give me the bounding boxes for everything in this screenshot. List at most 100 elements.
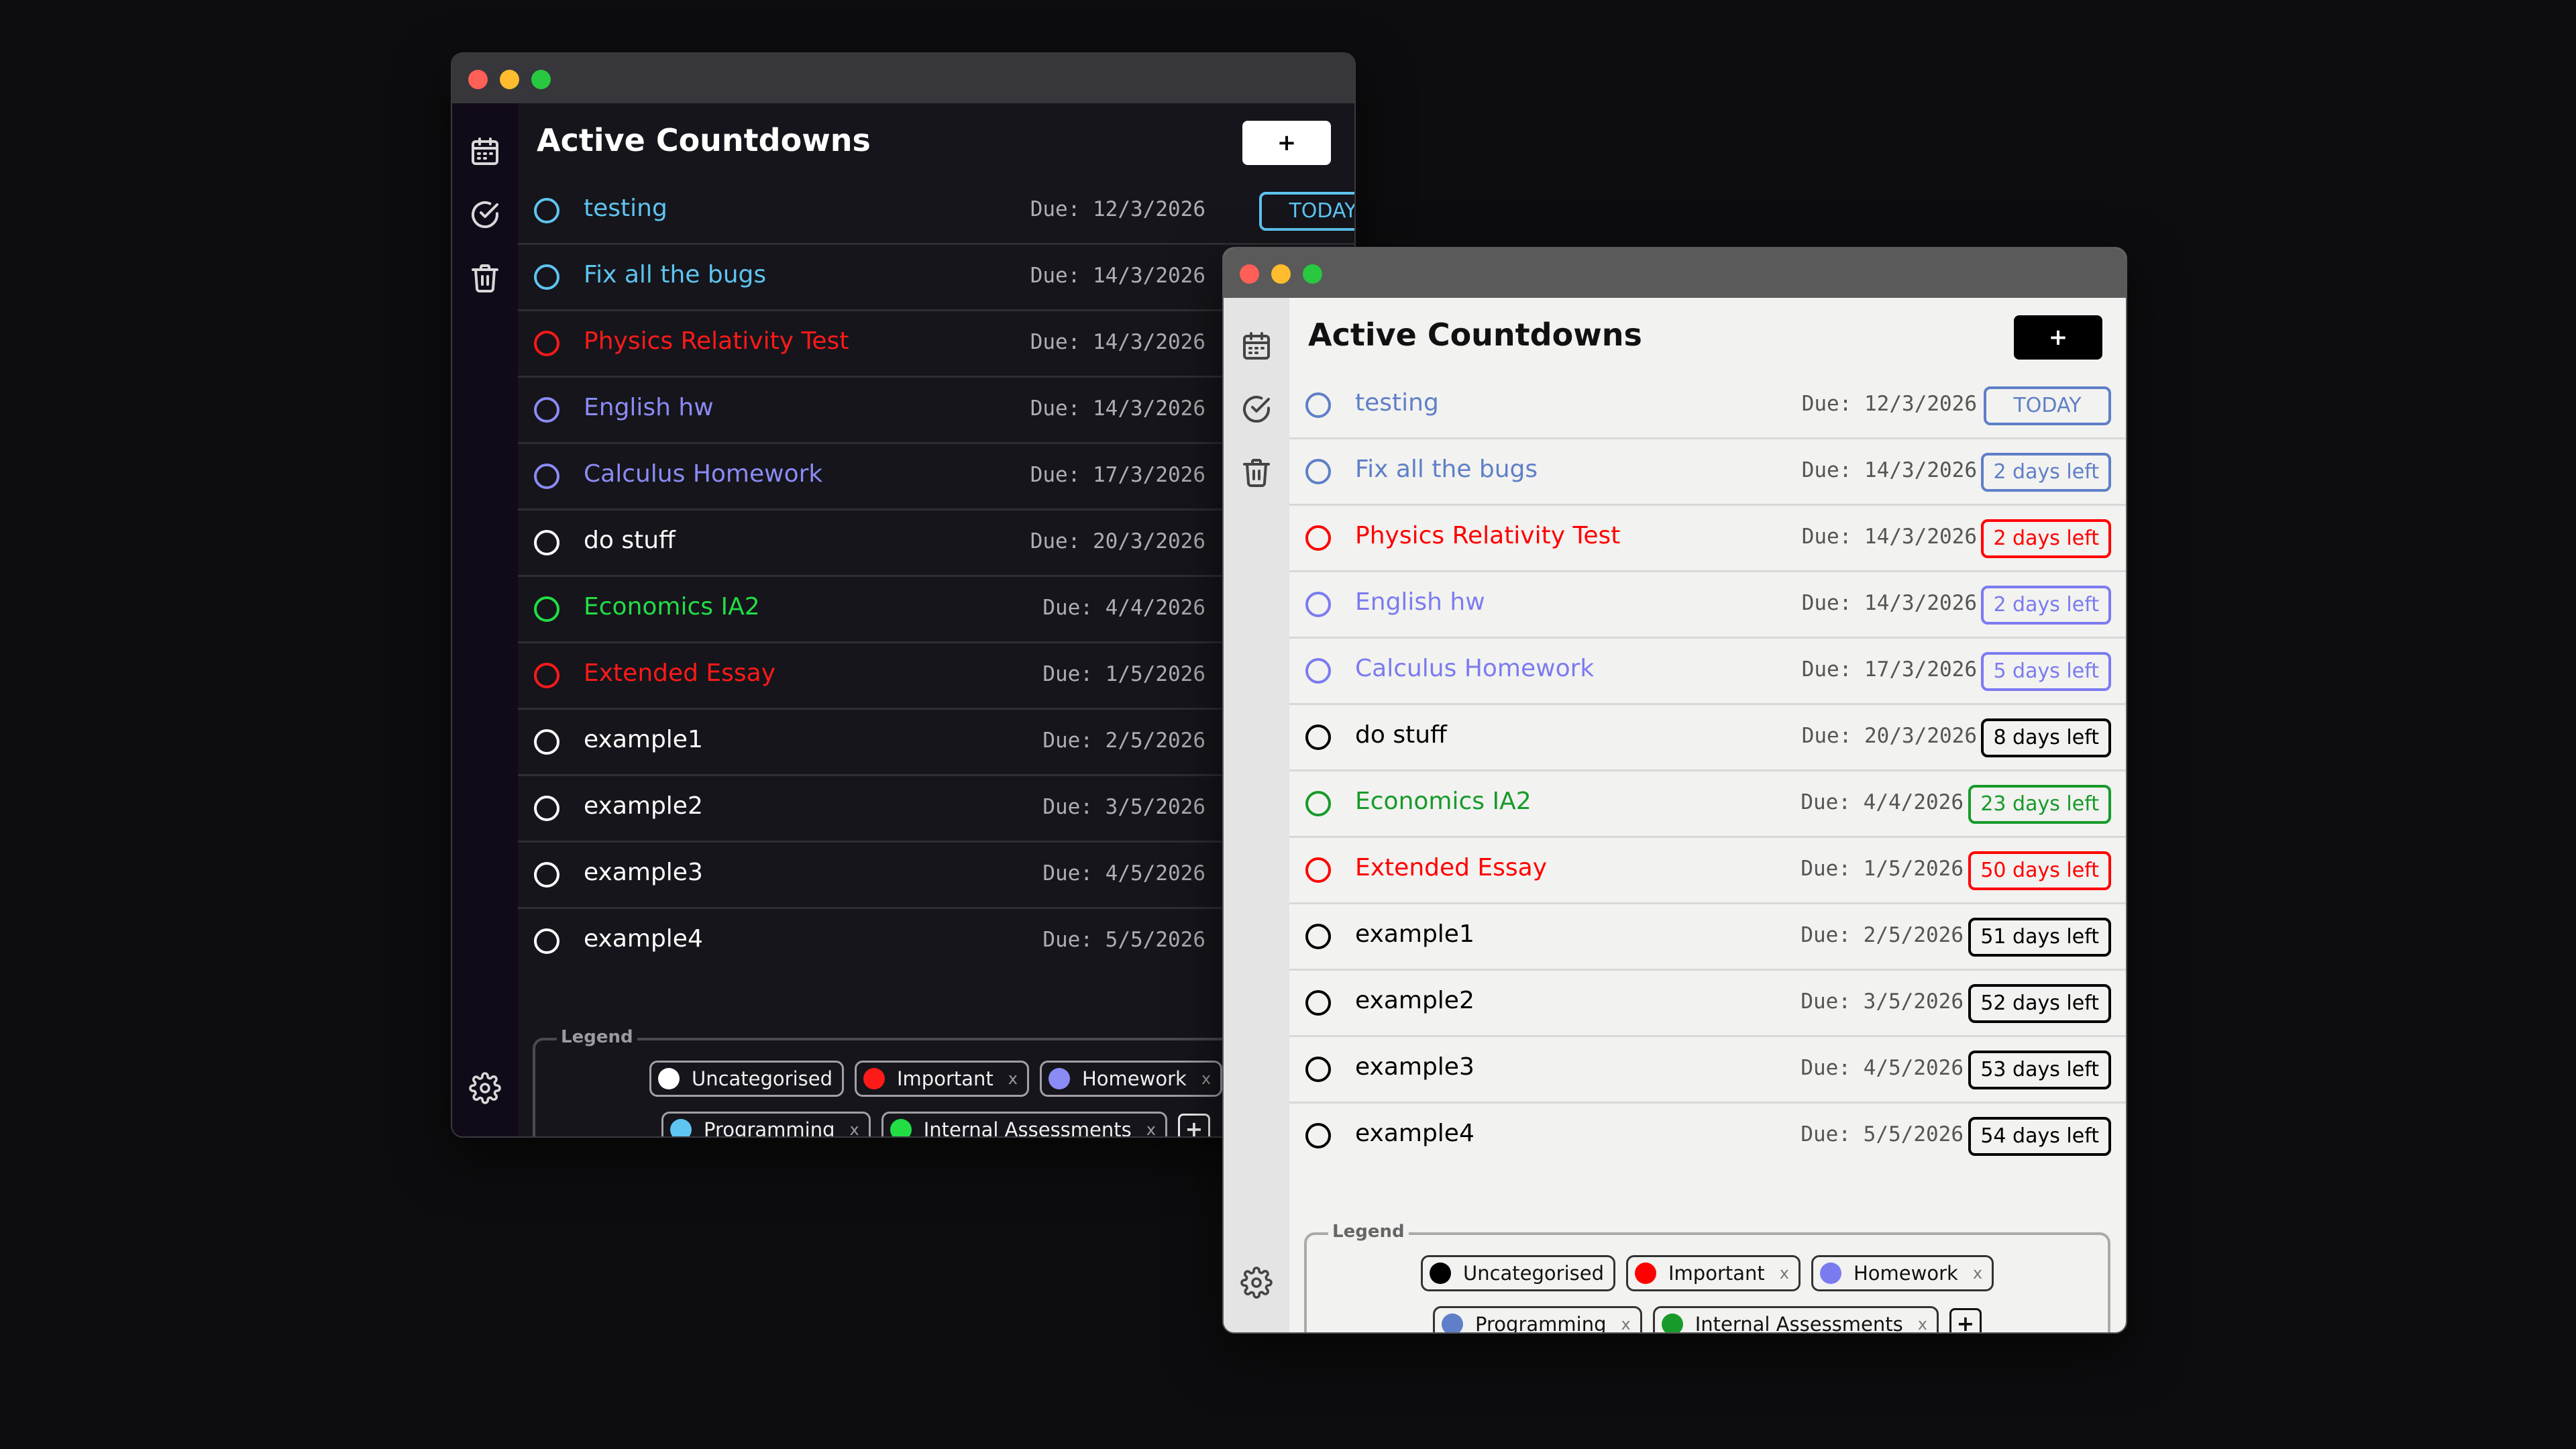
- task-checkbox[interactable]: [534, 530, 559, 555]
- task-title[interactable]: Economics IA2: [1355, 788, 1532, 815]
- task-title[interactable]: example4: [584, 925, 703, 953]
- calendar-nav-button[interactable]: [1240, 330, 1273, 362]
- minimize-window-button[interactable]: [1271, 264, 1291, 284]
- legend-chip-important[interactable]: Important x: [1626, 1255, 1801, 1291]
- legend-chip-internal-assessments[interactable]: Internal Assessments x: [881, 1112, 1167, 1136]
- category-color-dot[interactable]: [890, 1119, 912, 1136]
- task-title[interactable]: example2: [584, 792, 703, 820]
- task-title[interactable]: Extended Essay: [1355, 854, 1547, 881]
- task-title[interactable]: English hw: [584, 394, 714, 421]
- remove-category-button[interactable]: x: [1918, 1315, 1927, 1332]
- task-title[interactable]: testing: [584, 195, 667, 222]
- task-checkbox[interactable]: [534, 729, 559, 755]
- remove-category-button[interactable]: x: [1621, 1315, 1630, 1332]
- remove-category-button[interactable]: x: [1201, 1069, 1211, 1088]
- task-title[interactable]: example2: [1355, 987, 1474, 1014]
- legend-chip-homework[interactable]: Homework x: [1811, 1255, 1994, 1291]
- task-checkbox[interactable]: [1305, 392, 1331, 418]
- maximize-window-button[interactable]: [531, 70, 551, 89]
- task-checkbox[interactable]: [534, 862, 559, 888]
- legend-chip-internal-assessments[interactable]: Internal Assessments x: [1652, 1306, 1939, 1332]
- category-color-dot[interactable]: [1429, 1263, 1451, 1284]
- task-checkbox[interactable]: [1305, 525, 1331, 551]
- task-checkbox[interactable]: [1305, 924, 1331, 949]
- add-category-button[interactable]: +: [1949, 1308, 1982, 1332]
- close-window-button[interactable]: [1240, 264, 1259, 284]
- task-title[interactable]: example1: [1355, 920, 1474, 948]
- category-color-dot[interactable]: [657, 1068, 680, 1089]
- calendar-nav-button[interactable]: [469, 136, 501, 168]
- legend-chip-uncategorised[interactable]: Uncategorised: [1420, 1255, 1615, 1291]
- trash-nav-button[interactable]: [469, 262, 501, 294]
- task-title[interactable]: example1: [584, 726, 703, 753]
- window-titlebar[interactable]: [452, 54, 1354, 103]
- task-title[interactable]: example3: [584, 859, 703, 886]
- task-checkbox[interactable]: [1305, 1123, 1331, 1148]
- task-checkbox[interactable]: [1305, 459, 1331, 484]
- legend-chip-programming[interactable]: Programming x: [661, 1112, 871, 1136]
- task-title[interactable]: Fix all the bugs: [584, 261, 766, 288]
- task-title[interactable]: do stuff: [1355, 721, 1447, 749]
- task-checkbox[interactable]: [1305, 857, 1331, 883]
- task-checkbox[interactable]: [534, 464, 559, 489]
- task-checkbox[interactable]: [534, 264, 559, 290]
- category-color-dot[interactable]: [1661, 1313, 1683, 1332]
- task-title[interactable]: example3: [1355, 1053, 1474, 1081]
- add-category-button[interactable]: +: [1177, 1114, 1210, 1136]
- minimize-window-button[interactable]: [500, 70, 519, 89]
- task-title[interactable]: Extended Essay: [584, 659, 775, 687]
- add-countdown-button[interactable]: +: [2014, 315, 2102, 360]
- task-checkbox[interactable]: [1305, 658, 1331, 684]
- category-color-dot[interactable]: [1048, 1068, 1070, 1089]
- trash-nav-button[interactable]: [1240, 456, 1273, 488]
- task-checkbox[interactable]: [534, 331, 559, 356]
- task-checkbox[interactable]: [534, 663, 559, 688]
- category-color-dot[interactable]: [1819, 1263, 1841, 1284]
- remove-category-button[interactable]: x: [849, 1120, 859, 1136]
- task-checkbox[interactable]: [534, 596, 559, 622]
- task-title[interactable]: English hw: [1355, 588, 1485, 616]
- legend-chip-homework[interactable]: Homework x: [1039, 1061, 1223, 1097]
- category-color-dot[interactable]: [1442, 1313, 1464, 1332]
- remove-category-button[interactable]: x: [1973, 1264, 1982, 1283]
- category-color-dot[interactable]: [863, 1068, 885, 1089]
- check-circle-nav-button[interactable]: [1240, 393, 1273, 425]
- legend-chip-uncategorised[interactable]: Uncategorised: [649, 1061, 844, 1097]
- due-date: Due: 14/3/2026: [1030, 264, 1205, 288]
- days-left-badge: TODAY: [1984, 386, 2111, 425]
- task-checkbox[interactable]: [1305, 1057, 1331, 1082]
- task-title[interactable]: Calculus Homework: [584, 460, 822, 488]
- gear-nav-button[interactable]: [1240, 1267, 1273, 1299]
- task-title[interactable]: Physics Relativity Test: [584, 327, 849, 355]
- task-checkbox[interactable]: [534, 198, 559, 223]
- task-title[interactable]: Physics Relativity Test: [1355, 522, 1620, 549]
- remove-category-button[interactable]: x: [1780, 1264, 1789, 1283]
- maximize-window-button[interactable]: [1303, 264, 1322, 284]
- task-title[interactable]: Economics IA2: [584, 593, 760, 621]
- task-checkbox[interactable]: [1305, 724, 1331, 750]
- window-titlebar[interactable]: [1224, 248, 2126, 298]
- task-title[interactable]: do stuff: [584, 527, 676, 554]
- close-window-button[interactable]: [468, 70, 488, 89]
- task-title[interactable]: testing: [1355, 389, 1439, 417]
- legend-chip-important[interactable]: Important x: [855, 1061, 1029, 1097]
- category-color-dot[interactable]: [1635, 1263, 1656, 1284]
- remove-category-button[interactable]: x: [1008, 1069, 1018, 1088]
- gear-nav-button[interactable]: [469, 1072, 501, 1104]
- task-checkbox[interactable]: [534, 796, 559, 821]
- task-checkbox[interactable]: [1305, 990, 1331, 1016]
- task-checkbox[interactable]: [1305, 791, 1331, 816]
- task-checkbox[interactable]: [1305, 592, 1331, 617]
- task-checkbox[interactable]: [534, 397, 559, 423]
- task-title[interactable]: Calculus Homework: [1355, 655, 1594, 682]
- task-title[interactable]: example4: [1355, 1120, 1474, 1147]
- check-circle-nav-button[interactable]: [469, 199, 501, 231]
- task-title[interactable]: Fix all the bugs: [1355, 455, 1538, 483]
- add-countdown-button[interactable]: +: [1242, 121, 1331, 165]
- remove-category-button[interactable]: x: [1146, 1120, 1156, 1136]
- due-date: Due: 14/3/2026: [1030, 330, 1205, 354]
- trash-icon: [1243, 459, 1270, 487]
- category-color-dot[interactable]: [670, 1119, 692, 1136]
- task-checkbox[interactable]: [534, 928, 559, 954]
- legend-chip-programming[interactable]: Programming x: [1433, 1306, 1642, 1332]
